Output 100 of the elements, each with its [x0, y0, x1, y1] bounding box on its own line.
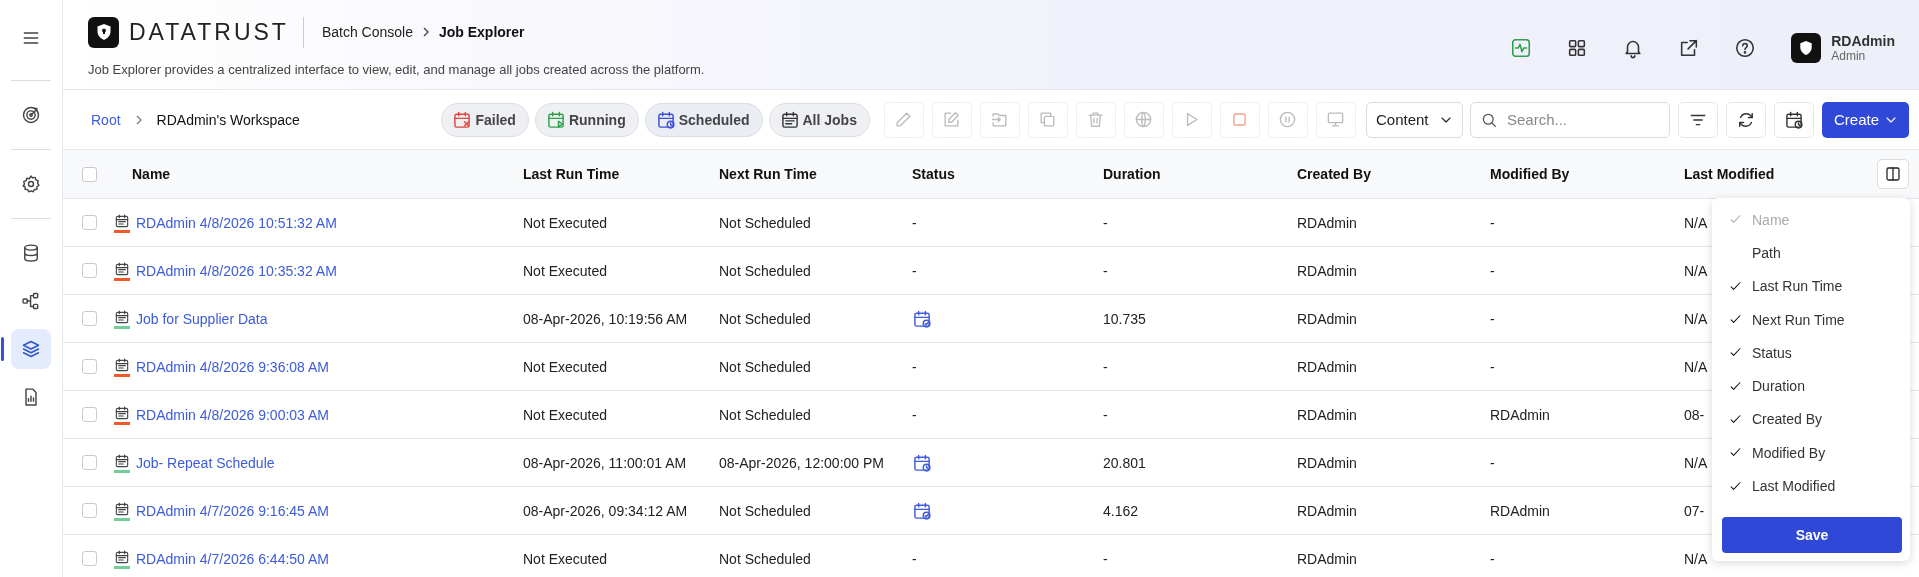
filter-chip[interactable]: Failed	[441, 102, 529, 137]
menu-item[interactable]: Created By	[1712, 402, 1910, 437]
table-cell: N/A	[1684, 358, 1708, 375]
table-cell: -	[1103, 358, 1108, 375]
job-link[interactable]: RDAdmin 4/8/2026 9:36:08 AM	[136, 358, 523, 375]
table-cell: -	[912, 262, 917, 279]
table-cell: 4.162	[1103, 502, 1139, 519]
menu-item[interactable]: Last Run Time	[1712, 269, 1910, 303]
job-link[interactable]: Job for Supplier Data	[136, 310, 523, 327]
table-cell: Not Executed	[523, 358, 608, 375]
monitor-icon	[1326, 110, 1346, 129]
column-header[interactable]: Modified By	[1490, 166, 1570, 182]
help-icon	[1734, 36, 1757, 59]
schedule-button[interactable]	[1773, 101, 1814, 138]
search-field[interactable]: Search...	[1469, 101, 1670, 138]
column-header[interactable]: Created By	[1297, 166, 1371, 182]
table-cell: -	[1490, 262, 1495, 279]
table-cell: Not Executed	[523, 406, 608, 423]
table-cell: RDAdmin	[1297, 406, 1357, 423]
columns-button[interactable]	[1877, 159, 1909, 189]
checkbox[interactable]	[82, 455, 97, 470]
job-link[interactable]: RDAdmin 4/8/2026 10:51:32 AM	[136, 214, 523, 231]
table-cell: -	[1103, 406, 1108, 423]
create-button[interactable]: Create	[1821, 101, 1909, 138]
menu-item[interactable]: Last Modified	[1712, 469, 1910, 503]
calendar-check-icon	[912, 308, 932, 329]
menu-item[interactable]: Path	[1712, 236, 1910, 270]
table-cell: -	[1490, 310, 1495, 327]
checkbox[interactable]	[82, 311, 97, 326]
checkbox[interactable]	[82, 407, 97, 422]
table-cell: -	[1490, 550, 1495, 567]
calendar-list-icon	[114, 308, 130, 325]
table-cell: RDAdmin	[1297, 454, 1357, 471]
column-header[interactable]: Name	[110, 166, 523, 182]
content-dropdown[interactable]: Content	[1365, 101, 1463, 138]
layers-icon	[21, 339, 41, 359]
calendar-list-icon	[114, 212, 130, 229]
database-icon	[21, 243, 41, 263]
table-cell: -	[1490, 358, 1495, 375]
page-description: Job Explorer provides a centralized interface to view, edit, and manage all jobs created across the platform.	[88, 61, 705, 77]
job-link[interactable]: RDAdmin 4/8/2026 9:00:03 AM	[136, 406, 523, 423]
calendar-list-icon	[114, 356, 130, 373]
job-link[interactable]: RDAdmin 4/8/2026 10:35:32 AM	[136, 262, 523, 279]
table-cell: 10.735	[1103, 310, 1146, 327]
user-role: Admin	[1831, 48, 1867, 63]
avatar[interactable]	[1791, 32, 1822, 63]
table-cell: Not Scheduled	[719, 502, 811, 519]
menu-item[interactable]: Status	[1712, 336, 1910, 370]
table-cell: 20.801	[1103, 454, 1146, 471]
checkbox[interactable]	[82, 359, 97, 374]
filter-chip[interactable]: Running	[534, 102, 639, 137]
pause-icon	[1278, 110, 1298, 129]
activity-icon	[1510, 36, 1533, 59]
table-cell: -	[912, 214, 917, 231]
table-cell: Not Scheduled	[719, 406, 811, 423]
filter-button[interactable]	[1677, 101, 1718, 138]
menu-item[interactable]: Next Run Time	[1712, 302, 1910, 337]
checkbox[interactable]	[82, 215, 97, 230]
table-cell: Not Executed	[523, 262, 608, 279]
edit-icon	[942, 110, 962, 129]
checkbox[interactable]	[82, 503, 97, 518]
breadcrumb-item[interactable]: Root	[91, 111, 121, 128]
table-cell: RDAdmin	[1297, 358, 1357, 375]
table-cell: 08-Apr-2026, 09:34:12 AM	[523, 502, 688, 519]
breadcrumb-item: RDAdmin's Workspace	[156, 111, 300, 128]
globe-icon	[1134, 110, 1154, 129]
filter-chip[interactable]: Scheduled	[644, 102, 763, 137]
column-header[interactable]: Last Run Time	[523, 166, 620, 182]
column-header[interactable]: Status	[912, 166, 955, 182]
calendar-clock-icon	[655, 109, 676, 130]
calendar-list-icon	[114, 548, 130, 565]
table-cell: -	[1103, 550, 1108, 567]
calendar-list-icon	[114, 500, 130, 517]
table-cell: -	[912, 406, 917, 423]
table-cell: RDAdmin	[1297, 550, 1357, 567]
checkbox[interactable]	[82, 551, 97, 566]
refresh-button[interactable]	[1725, 101, 1766, 138]
table-cell: RDAdmin	[1297, 502, 1357, 519]
table-cell: RDAdmin	[1490, 406, 1550, 423]
menu-item[interactable]: Duration	[1712, 369, 1910, 403]
table-cell: Not Executed	[523, 214, 608, 231]
filter-chip[interactable]: All Jobs	[768, 102, 870, 137]
table-cell: N/A	[1684, 262, 1708, 279]
breadcrumb-item: Job Explorer	[438, 24, 525, 40]
job-link[interactable]: RDAdmin 4/7/2026 9:16:45 AM	[136, 502, 523, 519]
save-button[interactable]: Save	[1722, 516, 1902, 553]
checkbox[interactable]	[82, 263, 97, 278]
column-header[interactable]: Next Run Time	[719, 166, 817, 182]
calendar-list-icon	[114, 404, 130, 421]
table-cell: 08-Apr-2026, 11:00:01 AM	[523, 454, 687, 471]
job-link[interactable]: RDAdmin 4/7/2026 6:44:50 AM	[136, 550, 523, 567]
table-cell: N/A	[1684, 310, 1708, 327]
job-link[interactable]: Job- Repeat Schedule	[136, 454, 523, 471]
table-cell: RDAdmin	[1297, 214, 1357, 231]
menu-item[interactable]: Modified By	[1712, 436, 1910, 470]
calendar-check-icon	[912, 500, 932, 521]
column-header[interactable]: Duration	[1103, 166, 1161, 182]
breadcrumb-item[interactable]: Batch Console	[321, 24, 413, 40]
column-header[interactable]: Last Modified	[1684, 166, 1775, 182]
checkbox[interactable]	[82, 166, 97, 182]
